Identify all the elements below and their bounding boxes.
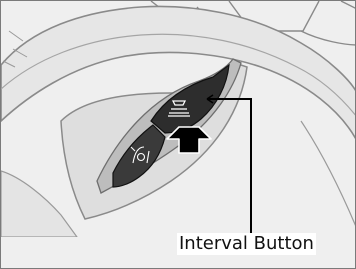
interval-button-label: Interval Button: [177, 233, 316, 255]
steering-wheel-illustration: [1, 1, 355, 268]
illustration-frame: Interval Button: [0, 0, 356, 269]
